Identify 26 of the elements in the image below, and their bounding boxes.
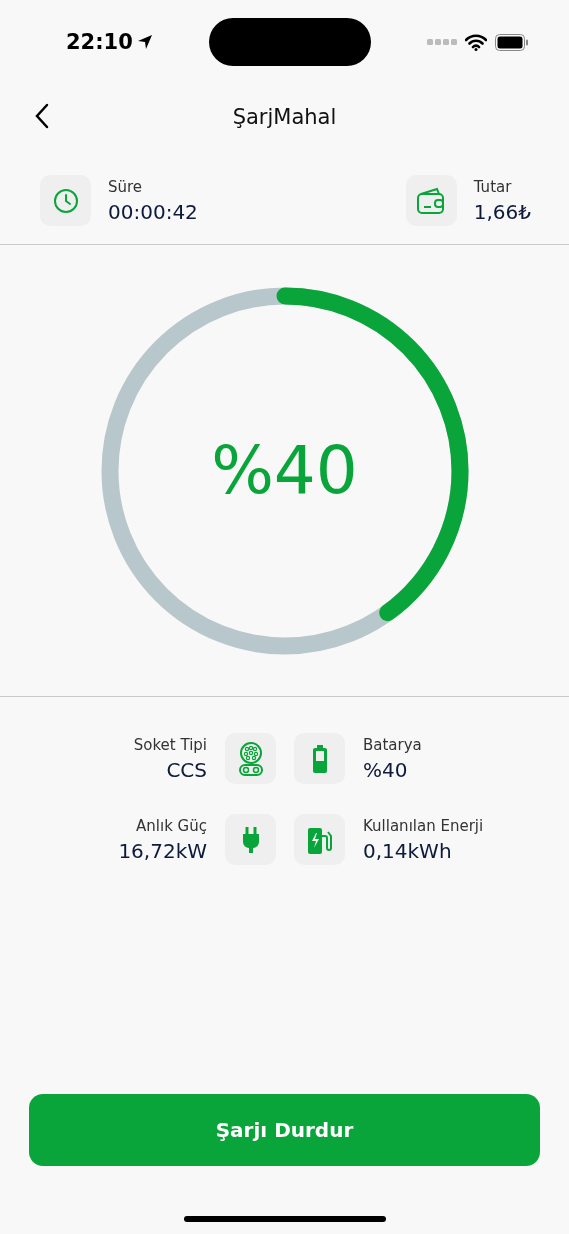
plug-icon [242,826,259,853]
gauge-reading: %40 [211,432,358,509]
stat-label: Anlık Güç [136,816,207,835]
summary-value: 00:00:42 [108,199,198,224]
location-icon [136,34,153,50]
summary-label: Tutar [473,177,512,196]
screen-title: ŞarjMahal [232,105,337,129]
stat-value: 16,72kW [118,838,207,863]
summary-label: Süre [108,177,143,196]
signal-icon [427,39,457,45]
clock-icon [52,187,79,214]
charging-station-icon [307,825,332,854]
stat-label: Soket Tipi [133,735,207,754]
summary-value: 1,66₺ [473,199,531,224]
stat-value: %40 [363,757,408,782]
stat-label: Kullanılan Enerji [363,816,484,835]
stat-value: 0,14kWh [363,838,452,863]
battery-status-icon [495,33,529,51]
stat-value: CCS [166,757,207,782]
stop-charging-button[interactable]: Şarjı Durdur [29,1094,540,1166]
connector-icon [237,741,264,776]
wifi-icon [465,33,487,51]
wallet-icon [416,186,447,215]
stat-label: Batarya [363,735,422,754]
battery-icon [311,744,328,773]
status-time: 22:10 [66,30,153,54]
